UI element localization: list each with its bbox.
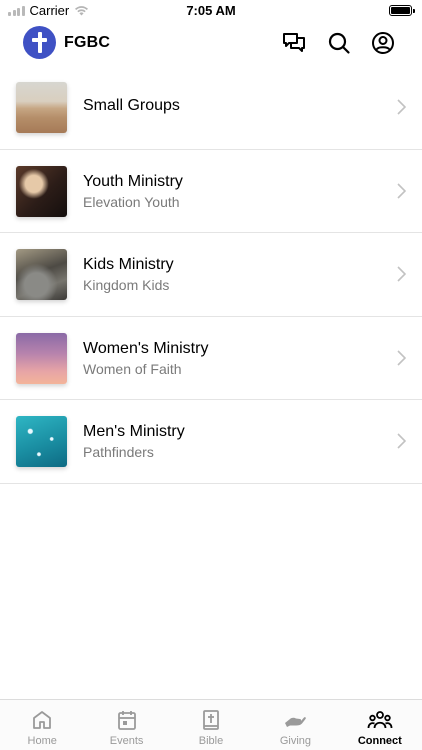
chevron-right-icon xyxy=(397,182,406,199)
group-thumbnail xyxy=(16,82,67,133)
group-subtitle: Pathfinders xyxy=(83,444,154,460)
tab-label: Connect xyxy=(357,735,402,747)
status-time: 7:05 AM xyxy=(186,3,236,18)
group-list: Small Groups Youth Ministry Elevation Yo… xyxy=(0,66,422,484)
group-thumbnail xyxy=(16,165,67,217)
group-subtitle: Elevation Youth xyxy=(83,193,180,210)
list-item-womens-ministry[interactable]: Women's Ministry Women of Faith xyxy=(0,317,422,400)
tab-bar: Home Events Bible Giving Connect xyxy=(0,699,422,750)
group-title: Youth Ministry xyxy=(83,172,183,190)
app-title: FGBC xyxy=(64,34,111,51)
church-logo[interactable] xyxy=(23,26,56,59)
people-icon xyxy=(367,711,393,729)
tab-label: Bible xyxy=(198,735,224,747)
group-title: Women's Ministry xyxy=(83,339,209,357)
group-thumbnail xyxy=(16,416,67,467)
tab-bible[interactable]: Bible xyxy=(169,700,253,750)
tab-label: Giving xyxy=(279,735,312,747)
search-icon[interactable] xyxy=(327,31,351,55)
list-item-youth-ministry[interactable]: Youth Ministry Elevation Youth xyxy=(0,150,422,233)
status-bar: Carrier 7:05 AM xyxy=(0,0,422,22)
giving-hand-icon xyxy=(285,717,307,727)
group-subtitle: Women of Faith xyxy=(83,360,182,377)
tab-home[interactable]: Home xyxy=(0,700,84,750)
chevron-right-icon xyxy=(397,99,406,115)
app-header: FGBC xyxy=(0,22,422,66)
profile-icon[interactable] xyxy=(371,31,395,55)
tab-label: Events xyxy=(109,735,144,747)
calendar-icon xyxy=(117,711,136,730)
tab-giving[interactable]: Giving xyxy=(253,700,337,750)
group-title: Kids Ministry xyxy=(83,256,174,273)
chevron-right-icon xyxy=(397,433,406,449)
battery-icon xyxy=(389,5,415,16)
home-icon xyxy=(33,711,52,729)
chat-icon[interactable] xyxy=(282,31,306,55)
group-thumbnail xyxy=(16,249,67,300)
list-item-kids-ministry[interactable]: Kids Ministry Kingdom Kids xyxy=(0,233,422,317)
list-item-mens-ministry[interactable]: Men's Ministry Pathfinders xyxy=(0,400,422,484)
group-subtitle: Kingdom Kids xyxy=(83,277,170,293)
chevron-right-icon xyxy=(397,266,406,282)
group-thumbnail xyxy=(16,332,67,384)
tab-events[interactable]: Events xyxy=(84,700,168,750)
cross-icon xyxy=(37,32,42,53)
group-title: Small Groups xyxy=(83,97,180,114)
group-title: Men's Ministry xyxy=(83,423,185,440)
tab-label: Home xyxy=(27,735,57,747)
list-item-small-groups[interactable]: Small Groups xyxy=(0,66,422,150)
chevron-right-icon xyxy=(397,349,406,366)
tab-connect[interactable]: Connect xyxy=(338,700,422,750)
bible-icon xyxy=(203,710,219,730)
